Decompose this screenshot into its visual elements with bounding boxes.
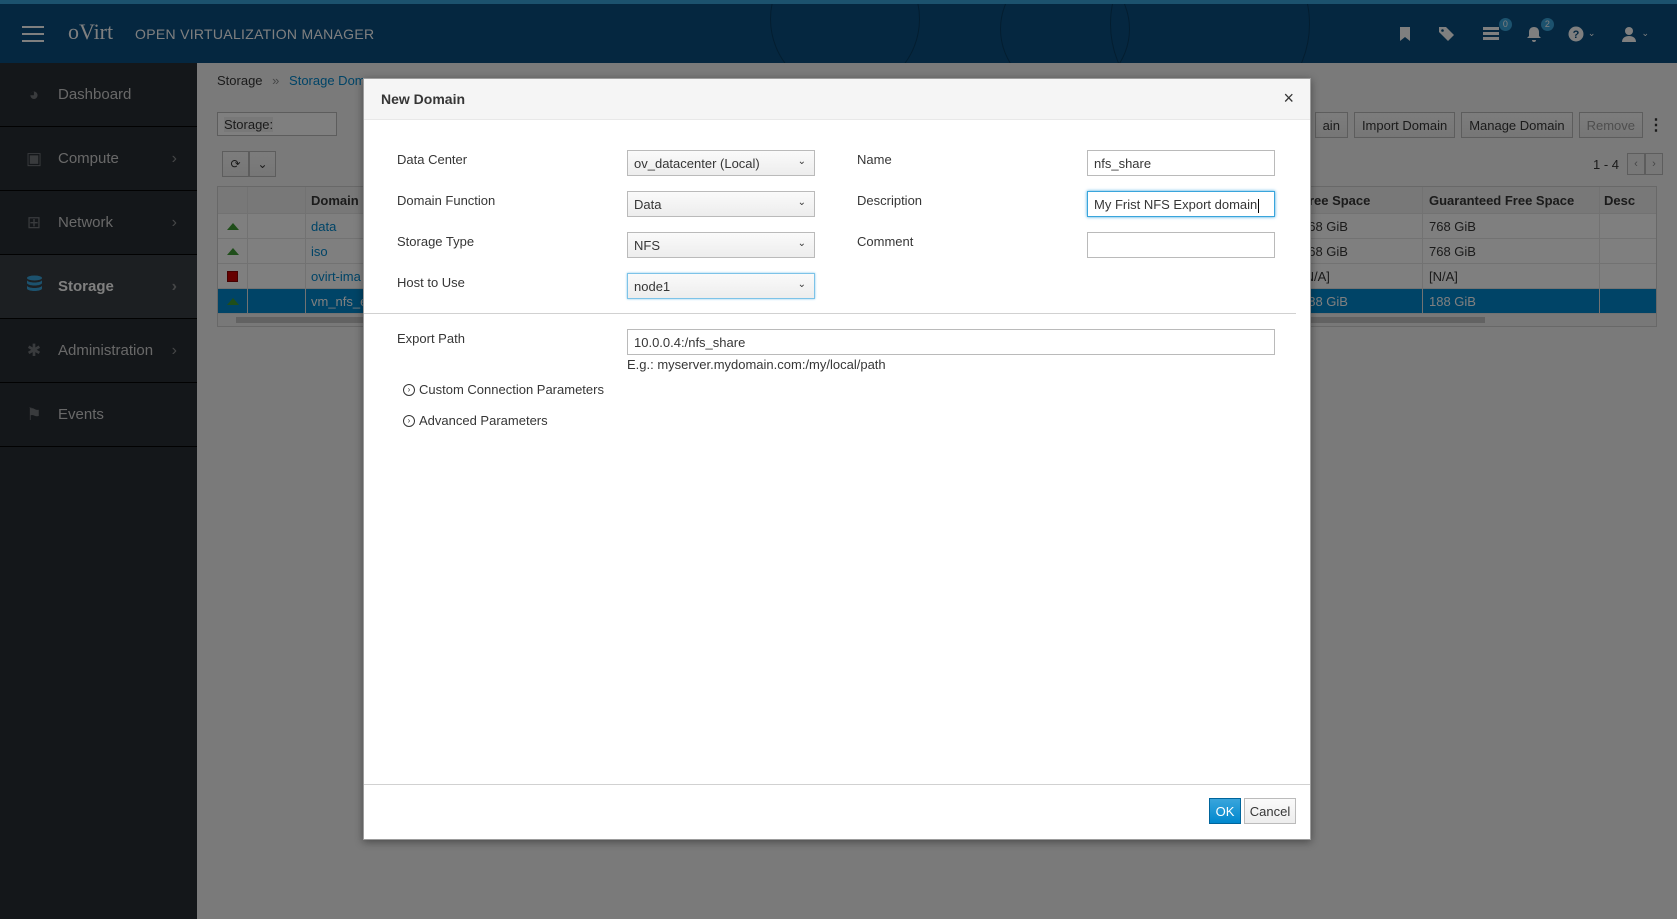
new-domain-dialog: New Domain × Data Center ov_datacenter (… bbox=[363, 78, 1311, 840]
advanced-parameters-label: Advanced Parameters bbox=[419, 413, 548, 428]
description-value: My Frist NFS Export domain bbox=[1094, 197, 1258, 212]
footer-divider bbox=[364, 784, 1310, 785]
export-path-field[interactable]: 10.0.0.4:/nfs_share bbox=[627, 329, 1275, 355]
data-center-label: Data Center bbox=[397, 152, 468, 167]
domain-function-select[interactable]: Data ⌄ bbox=[627, 191, 815, 217]
text-cursor bbox=[1258, 198, 1260, 213]
chevron-right-circle-icon: › bbox=[403, 414, 415, 427]
ok-button[interactable]: OK bbox=[1209, 798, 1241, 824]
export-path-label: Export Path bbox=[397, 331, 465, 346]
storage-type-select[interactable]: NFS ⌄ bbox=[627, 232, 815, 258]
chevron-down-icon: ⌄ bbox=[797, 197, 806, 208]
name-field[interactable]: nfs_share bbox=[1087, 150, 1275, 176]
chevron-down-icon: ⌄ bbox=[797, 279, 806, 290]
export-path-hint: E.g.: myserver.mydomain.com:/my/local/pa… bbox=[627, 357, 886, 372]
cancel-button[interactable]: Cancel bbox=[1244, 798, 1296, 824]
custom-connection-label: Custom Connection Parameters bbox=[419, 382, 604, 397]
domain-function-label: Domain Function bbox=[397, 193, 496, 208]
description-field[interactable]: My Frist NFS Export domain bbox=[1087, 191, 1275, 217]
comment-field[interactable] bbox=[1087, 232, 1275, 258]
domain-function-value: Data bbox=[634, 197, 662, 212]
host-to-use-value: node1 bbox=[634, 279, 671, 294]
host-to-use-select[interactable]: node1 ⌄ bbox=[627, 273, 815, 299]
close-icon[interactable]: × bbox=[1283, 88, 1294, 109]
chevron-down-icon: ⌄ bbox=[797, 156, 806, 167]
modal-title: New Domain bbox=[381, 91, 466, 107]
custom-connection-expander[interactable]: › Custom Connection Parameters bbox=[403, 382, 604, 397]
chevron-right-circle-icon: › bbox=[403, 383, 415, 396]
host-to-use-label: Host to Use bbox=[397, 275, 465, 290]
chevron-down-icon: ⌄ bbox=[797, 238, 806, 249]
modal-header: New Domain × bbox=[364, 79, 1310, 120]
name-label: Name bbox=[857, 152, 892, 167]
data-center-select[interactable]: ov_datacenter (Local) ⌄ bbox=[627, 150, 815, 176]
comment-label: Comment bbox=[857, 234, 914, 249]
name-value: nfs_share bbox=[1094, 156, 1152, 171]
section-divider bbox=[364, 313, 1296, 314]
storage-type-value: NFS bbox=[634, 238, 660, 253]
description-label: Description bbox=[857, 193, 923, 208]
advanced-parameters-expander[interactable]: › Advanced Parameters bbox=[403, 413, 548, 428]
data-center-value: ov_datacenter (Local) bbox=[634, 156, 760, 171]
export-path-value: 10.0.0.4:/nfs_share bbox=[634, 335, 746, 350]
storage-type-label: Storage Type bbox=[397, 234, 475, 249]
